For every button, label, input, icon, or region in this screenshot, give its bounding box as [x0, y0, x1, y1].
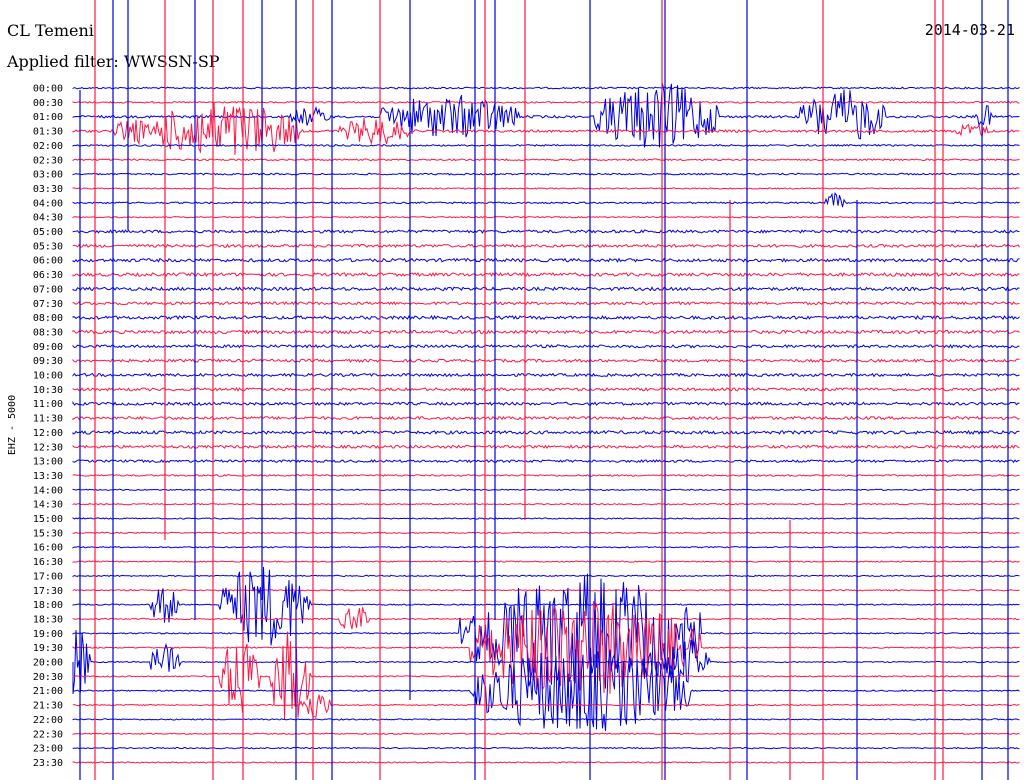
- row-time-label: 23:00: [33, 744, 63, 755]
- row-time-label: 10:30: [33, 385, 63, 396]
- trace-row-1730: [72, 589, 1020, 592]
- row-time-label: 02:00: [33, 141, 63, 152]
- trace-row-0300: [72, 172, 1020, 176]
- trace-row-0130: [72, 102, 1020, 155]
- trace-row-1500: [72, 517, 1020, 520]
- trace-row-2200: [72, 718, 1020, 721]
- trace-row-0730: [72, 301, 1020, 306]
- row-time-label: 07:30: [33, 299, 63, 310]
- helicorder-plot: 00:00 00:30 01:00 01:30 02:00 02:30 03:00 03:30…: [7, 0, 1020, 780]
- trace-row-1330: [72, 473, 1020, 477]
- trace-row-1000: [72, 372, 1020, 378]
- trace-row-0530: [72, 243, 1020, 249]
- trace-row-0700: [72, 286, 1020, 292]
- trace-row-0630: [72, 272, 1020, 278]
- trace-row-1130: [72, 415, 1020, 421]
- row-time-label: 17:00: [33, 571, 63, 582]
- trace-row-0900: [72, 343, 1020, 349]
- trace-row-0830: [72, 329, 1020, 335]
- row-time-label: 20:00: [33, 658, 63, 669]
- trace-row-2300: [72, 746, 1020, 750]
- trace-row-1300: [72, 459, 1020, 464]
- row-time-label: 18:00: [33, 600, 63, 611]
- row-time-label: 05:30: [33, 241, 63, 252]
- trace-row-1530: [72, 531, 1020, 535]
- row-time-label: 15:30: [33, 528, 63, 539]
- row-time-label: 22:00: [33, 715, 63, 726]
- trace-row-0930: [72, 358, 1020, 363]
- trace-row-1430: [72, 502, 1020, 506]
- row-time-label: 06:30: [33, 270, 63, 281]
- trace-row-1200: [72, 429, 1020, 435]
- row-time-label: 20:30: [33, 672, 63, 683]
- trace-row-0500: [72, 229, 1020, 234]
- row-time-label: 13:00: [33, 457, 63, 468]
- row-time-label: 01:30: [33, 127, 63, 138]
- trace-row-0600: [72, 257, 1020, 263]
- trace-row-0800: [72, 314, 1020, 321]
- row-time-label: 11:00: [33, 399, 63, 410]
- trace-row-1100: [72, 400, 1020, 406]
- row-time-label: 12:00: [33, 428, 63, 439]
- trace-row-1600: [72, 545, 1020, 549]
- trace-row-1030: [72, 387, 1020, 392]
- trace-row-0230: [72, 158, 1020, 162]
- row-time-label: 21:30: [33, 701, 63, 712]
- helicorder-view: CL Temeni 2014-03-21 Applied filter: WWS…: [0, 0, 1024, 780]
- trace-row-1830: [72, 607, 1020, 630]
- row-time-label: 11:30: [33, 414, 63, 425]
- row-time-label: 16:00: [33, 543, 63, 554]
- row-time-label: 15:00: [33, 514, 63, 525]
- row-time-label: 12:30: [33, 442, 63, 453]
- row-time-label: 05:00: [33, 227, 63, 238]
- row-time-label: 10:00: [33, 371, 63, 382]
- trace-row-0030: [72, 100, 1020, 104]
- row-time-label: 13:30: [33, 471, 63, 482]
- trace-row-0400: [72, 191, 1020, 208]
- row-time-label: 08:30: [33, 327, 63, 338]
- trace-row-0200: [72, 143, 1020, 147]
- trace-row-2100: [72, 647, 1020, 731]
- trace-row-1700: [72, 574, 1020, 578]
- row-label-group: 00:00 00:30 01:00 01:30 02:00 02:30 03:00 03:30…: [33, 84, 63, 769]
- row-time-label: 19:00: [33, 629, 63, 640]
- trace-row-0000: [72, 86, 1020, 90]
- row-time-label: 09:30: [33, 356, 63, 367]
- row-time-label: 07:00: [33, 284, 63, 295]
- trace-row-1400: [72, 488, 1020, 492]
- row-time-label: 04:30: [33, 213, 63, 224]
- row-time-label: 19:30: [33, 643, 63, 654]
- row-time-label: 00:30: [33, 98, 63, 109]
- row-time-label: 00:00: [33, 84, 63, 95]
- trace-row-1630: [72, 560, 1020, 563]
- trace-row-1230: [72, 444, 1020, 450]
- row-time-label: 21:00: [33, 686, 63, 697]
- row-time-label: 04:00: [33, 198, 63, 209]
- trace-row-0330: [72, 187, 1020, 190]
- row-time-label: 01:00: [33, 112, 63, 123]
- channel-label: EHZ - 5000: [7, 395, 18, 455]
- row-time-label: 22:30: [33, 729, 63, 740]
- row-time-label: 17:30: [33, 586, 63, 597]
- row-time-label: 14:30: [33, 500, 63, 511]
- row-time-label: 23:30: [33, 758, 63, 769]
- row-time-label: 08:00: [33, 313, 63, 324]
- row-time-label: 06:00: [33, 256, 63, 267]
- row-time-label: 14:00: [33, 485, 63, 496]
- row-time-label: 16:30: [33, 557, 63, 568]
- row-time-label: 09:00: [33, 342, 63, 353]
- trace-row-2330: [72, 761, 1020, 764]
- row-time-label: 02:30: [33, 155, 63, 166]
- trace-group: [72, 0, 1020, 780]
- row-time-label: 18:30: [33, 614, 63, 625]
- row-time-label: 03:00: [33, 170, 63, 181]
- row-time-label: 03:30: [33, 184, 63, 195]
- trace-row-2230: [72, 732, 1020, 735]
- trace-row-0430: [72, 215, 1020, 219]
